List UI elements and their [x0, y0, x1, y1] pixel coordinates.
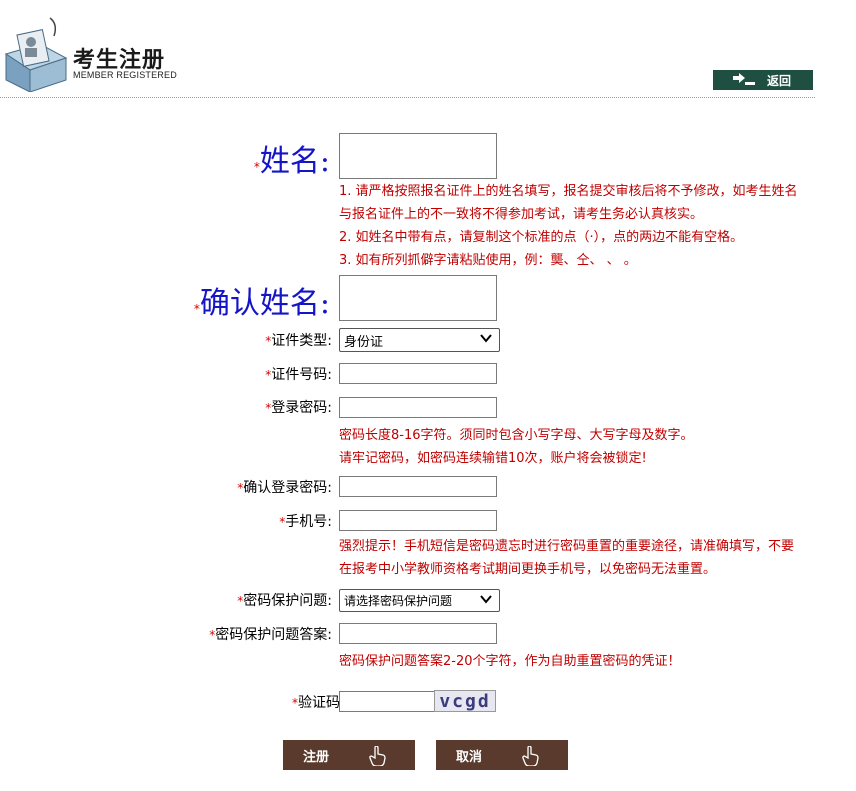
back-button[interactable]: 返回 [713, 70, 813, 90]
captcha-image[interactable]: vcgd [434, 690, 496, 712]
security-answer-note: 密码保护问题答案2-20个字符，作为自助重置密码的凭证！ [339, 654, 681, 669]
confirm-name-input[interactable] [339, 275, 497, 321]
back-button-label: 返回 [767, 73, 792, 88]
header-divider [0, 97, 815, 98]
chevron-down-icon [480, 595, 492, 604]
confirm-name-label: *确认姓名: [193, 286, 330, 321]
confirm-password-input[interactable] [339, 476, 497, 497]
id-type-select[interactable]: 身份证 [339, 328, 500, 352]
hand-pointer-icon [369, 746, 386, 766]
back-arrow-icon [733, 73, 755, 85]
register-button-label: 注册 [303, 749, 330, 765]
cancel-button-label: 取消 [456, 749, 483, 765]
security-question-label: *密码保护问题: [237, 593, 332, 609]
confirm-password-label: *确认登录密码: [237, 480, 332, 496]
hand-pointer-icon [522, 746, 539, 766]
register-logo-icon [4, 17, 68, 92]
register-button[interactable]: 注册 [283, 740, 415, 770]
password-notes: 密码长度8-16字符。须同时包含小写字母、大写字母及数字。 请牢记密码，如密码连… [339, 428, 694, 466]
name-input[interactable] [339, 133, 497, 179]
page-subtitle: MEMBER REGISTERED [73, 70, 177, 80]
security-answer-input[interactable] [339, 623, 497, 644]
chevron-down-icon [480, 334, 492, 343]
name-label: *姓名: [253, 144, 330, 179]
password-input[interactable] [339, 397, 497, 418]
phone-notes: 强烈提示！手机短信是密码遗忘时进行密码重置的重要途径，请准确填写，不要 在报考中… [339, 539, 795, 577]
security-answer-label: *密码保护问题答案: [209, 627, 332, 643]
id-number-input[interactable] [339, 363, 497, 384]
captcha-label: *验证码 [292, 695, 340, 711]
captcha-input[interactable] [339, 691, 437, 712]
password-label: *登录密码: [265, 400, 332, 416]
name-notes: 1. 请严格按照报名证件上的姓名填写，报名提交审核后将不予修改，如考生姓名 与报… [339, 184, 798, 268]
id-type-label: *证件类型: [265, 333, 332, 349]
cancel-button[interactable]: 取消 [436, 740, 568, 770]
security-question-select[interactable]: 请选择密码保护问题 [339, 589, 500, 612]
phone-input[interactable] [339, 510, 497, 531]
id-number-label: *证件号码: [265, 367, 332, 383]
phone-label: *手机号: [279, 514, 332, 530]
